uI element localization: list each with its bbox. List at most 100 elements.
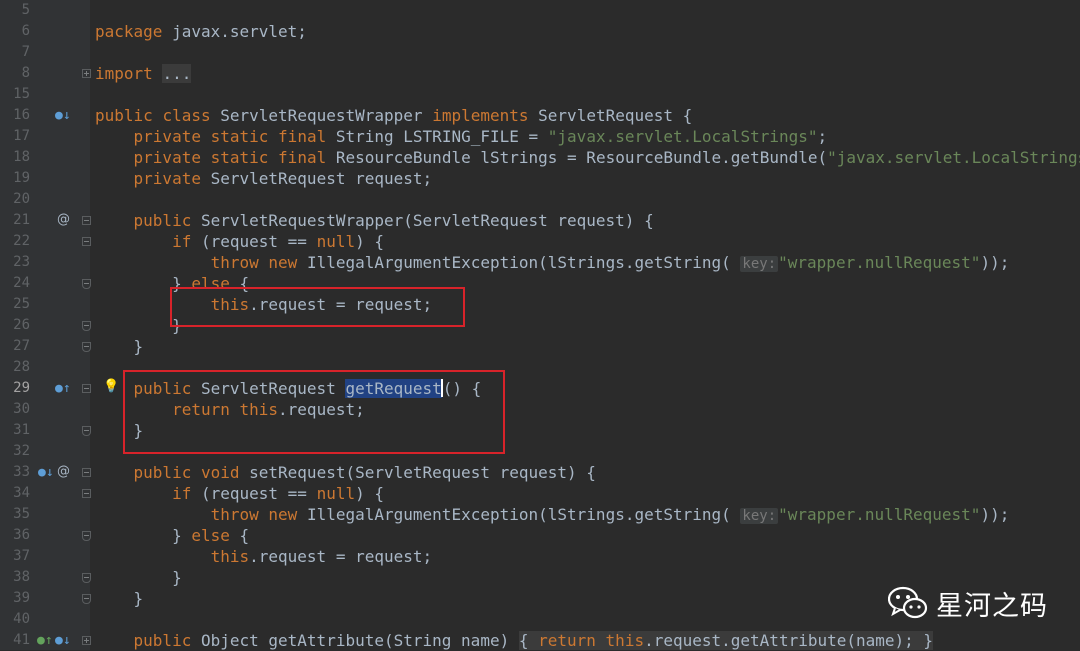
fold-expand-icon[interactable] bbox=[82, 69, 91, 78]
watermark-text: 星河之码 bbox=[936, 590, 1048, 622]
code-line: 22 if (request == null) { bbox=[0, 231, 1080, 252]
parameter-hint: key: bbox=[740, 508, 779, 524]
line-number: 26 bbox=[13, 317, 30, 333]
line-number: 6 bbox=[21, 23, 30, 39]
code-text: import ... bbox=[95, 64, 192, 83]
fold-end-icon[interactable] bbox=[82, 279, 91, 289]
parameter-hint: key: bbox=[740, 256, 779, 272]
line-number: 40 bbox=[13, 611, 30, 627]
line-number: 21 bbox=[13, 212, 30, 228]
code-line: 8 import ... bbox=[0, 63, 1080, 84]
code-line: 33 ●↓ @ public void setRequest(ServletRe… bbox=[0, 462, 1080, 483]
code-text: } bbox=[95, 337, 144, 356]
highlight-box-assignment bbox=[170, 287, 465, 327]
line-number: 36 bbox=[13, 527, 30, 543]
code-line: 16 ●↓ public class ServletRequestWrapper… bbox=[0, 105, 1080, 126]
line-number: 18 bbox=[13, 149, 30, 165]
fold-collapse-icon[interactable] bbox=[82, 237, 91, 246]
line-number: 32 bbox=[13, 443, 30, 459]
code-text: public void setRequest(ServletRequest re… bbox=[133, 463, 596, 482]
code-line: 27 } bbox=[0, 336, 1080, 357]
code-line: 41 ●↑ ●↓ public Object getAttribute(Stri… bbox=[0, 630, 1080, 651]
fold-expand-icon[interactable] bbox=[82, 636, 91, 645]
code-text: throw new IllegalArgumentException(lStri… bbox=[210, 253, 1010, 272]
line-number: 39 bbox=[13, 590, 30, 606]
annotation-icon[interactable]: @ bbox=[57, 213, 70, 226]
code-text: } bbox=[95, 568, 182, 587]
code-text: if (request == null) { bbox=[172, 232, 384, 251]
implements-method-icon[interactable]: ●↓ bbox=[55, 634, 71, 647]
code-text: private static final ResourceBundle lStr… bbox=[133, 148, 1080, 167]
code-line: 15 bbox=[0, 84, 1080, 105]
line-number: 41 bbox=[13, 632, 30, 648]
wechat-icon bbox=[887, 586, 928, 620]
code-line: 24 } else { bbox=[0, 273, 1080, 294]
code-line: 37 this.request = request; bbox=[0, 546, 1080, 567]
fold-end-icon[interactable] bbox=[82, 342, 91, 352]
code-text: private static final String LSTRING_FILE… bbox=[133, 127, 828, 146]
fold-collapse-icon[interactable] bbox=[82, 468, 91, 477]
code-line: 23 throw new IllegalArgumentException(lS… bbox=[0, 252, 1080, 273]
code-line: 21 @ public ServletRequestWrapper(Servle… bbox=[0, 210, 1080, 231]
implements-method-icon[interactable]: ●↓ bbox=[38, 466, 54, 479]
line-number: 15 bbox=[13, 86, 30, 102]
line-number: 29 bbox=[13, 380, 30, 396]
code-text: } else { bbox=[95, 526, 250, 545]
line-number: 5 bbox=[21, 2, 30, 18]
line-number: 23 bbox=[13, 254, 30, 270]
fold-collapse-icon[interactable] bbox=[82, 489, 91, 498]
line-number: 28 bbox=[13, 359, 30, 375]
line-number: 27 bbox=[13, 338, 30, 354]
overrides-up-icon[interactable]: ●↑ bbox=[37, 634, 53, 647]
code-line: 20 bbox=[0, 189, 1080, 210]
line-number: 34 bbox=[13, 485, 30, 501]
line-number: 38 bbox=[13, 569, 30, 585]
code-text: package javax.servlet; bbox=[95, 22, 307, 41]
code-line: 17 private static final String LSTRING_F… bbox=[0, 126, 1080, 147]
watermark: 星河之码 bbox=[887, 583, 1048, 623]
fold-end-icon[interactable] bbox=[82, 321, 91, 331]
line-number: 19 bbox=[13, 170, 30, 186]
code-line: 35 throw new IllegalArgumentException(lS… bbox=[0, 504, 1080, 525]
code-text: } bbox=[95, 589, 144, 608]
code-text: public class ServletRequestWrapper imple… bbox=[95, 106, 693, 125]
code-line: 36 } else { bbox=[0, 525, 1080, 546]
fold-end-icon[interactable] bbox=[82, 594, 91, 604]
code-line: 25 this.request = request; bbox=[0, 294, 1080, 315]
implemented-by-icon[interactable]: ●↓ bbox=[55, 109, 71, 122]
code-line: 5 bbox=[0, 0, 1080, 21]
line-number: 31 bbox=[13, 422, 30, 438]
annotation-icon[interactable]: @ bbox=[57, 465, 70, 478]
line-number: 16 bbox=[13, 107, 30, 123]
code-line: 26 } bbox=[0, 315, 1080, 336]
code-text: this.request = request; bbox=[210, 547, 433, 566]
fold-end-icon[interactable] bbox=[82, 573, 91, 583]
line-number: 22 bbox=[13, 233, 30, 249]
code-line: 34 if (request == null) { bbox=[0, 483, 1080, 504]
fold-collapse-icon[interactable] bbox=[82, 216, 91, 225]
code-line: 18 private static final ResourceBundle l… bbox=[0, 147, 1080, 168]
line-number: 30 bbox=[13, 401, 30, 417]
code-text: public ServletRequestWrapper(ServletRequ… bbox=[133, 211, 654, 230]
overrides-method-icon[interactable]: ●↑ bbox=[55, 382, 71, 395]
line-number: 33 bbox=[13, 464, 30, 480]
code-line: 7 bbox=[0, 42, 1080, 63]
code-text: private ServletRequest request; bbox=[133, 169, 433, 188]
line-number: 17 bbox=[13, 128, 30, 144]
folded-imports[interactable]: ... bbox=[162, 64, 192, 83]
fold-end-icon[interactable] bbox=[82, 531, 91, 541]
code-text: if (request == null) { bbox=[172, 484, 384, 503]
line-number: 20 bbox=[13, 191, 30, 207]
code-line: 6 package javax.servlet; bbox=[0, 21, 1080, 42]
code-line: 19 private ServletRequest request; bbox=[0, 168, 1080, 189]
fold-end-icon[interactable] bbox=[82, 426, 91, 436]
highlight-box-getrequest bbox=[123, 370, 505, 454]
line-number: 24 bbox=[13, 275, 30, 291]
code-text: } bbox=[95, 316, 182, 335]
fold-collapse-icon[interactable] bbox=[82, 384, 91, 393]
line-number: 7 bbox=[21, 44, 30, 60]
line-number: 35 bbox=[13, 506, 30, 522]
code-text: throw new IllegalArgumentException(lStri… bbox=[210, 505, 1010, 524]
code-text: public Object getAttribute(String name) … bbox=[133, 631, 934, 650]
line-number: 25 bbox=[13, 296, 30, 312]
